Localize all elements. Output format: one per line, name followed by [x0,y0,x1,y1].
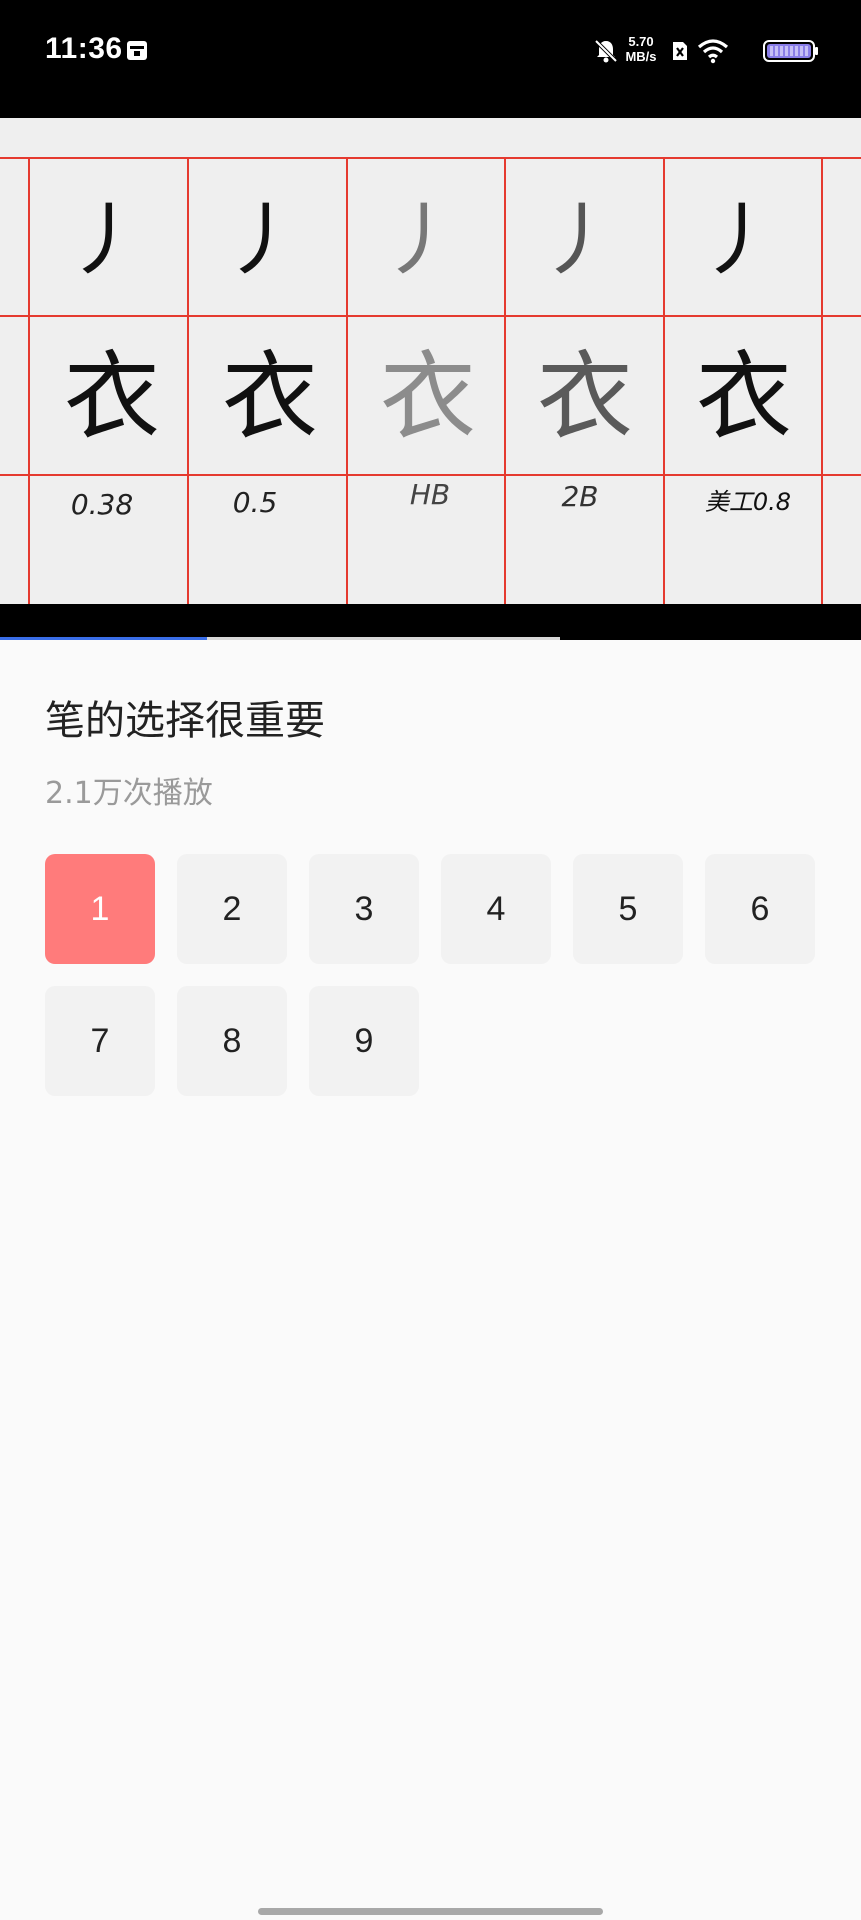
label-cell-5: 美工0.8 [705,488,791,516]
stroke-cell-2: 丿 [222,194,302,287]
episode-button-7[interactable]: 7 [45,986,155,1096]
episode-button-1[interactable]: 1 [45,854,155,964]
status-bar: 11:36 5.70 MB/s [0,0,861,118]
net-speed: 5.70 MB/s [621,34,661,64]
sim-x-icon [673,42,687,60]
episode-button-2[interactable]: 2 [177,854,287,964]
stroke-cell-3: 丿 [380,194,460,287]
calendar-icon [127,41,147,60]
battery-icon [763,40,818,62]
wifi-icon [697,39,729,64]
status-icons: 5.70 MB/s [559,30,819,70]
video-title: 笔的选择很重要 [45,698,325,744]
episode-button-4[interactable]: 4 [441,854,551,964]
episode-button-8[interactable]: 8 [177,986,287,1096]
char-cell-2: 衣 [222,341,318,453]
bell-off-icon [594,39,618,63]
char-cell-3: 衣 [380,341,476,453]
char-cell-4: 衣 [537,341,633,453]
label-cell-1: 0.38 [71,488,133,521]
video-progress-bar[interactable] [0,637,861,640]
episode-button-6[interactable]: 6 [705,854,815,964]
episode-button-3[interactable]: 3 [309,854,419,964]
status-time: 11:36 [45,32,123,65]
video-frame[interactable]: 丿 丿 丿 丿 丿 衣 衣 衣 衣 衣 0.38 0.5 HB 2B 美工0.8 [0,118,861,604]
stroke-cell-4: 丿 [538,194,618,287]
video-player[interactable]: 丿 丿 丿 丿 丿 衣 衣 衣 衣 衣 0.38 0.5 HB 2B 美工0.8 [0,118,861,640]
label-cell-2: 0.5 [233,486,278,519]
char-cell-5: 衣 [696,341,792,453]
label-cell-4: 2B [561,480,598,513]
label-cell-3: HB [410,478,450,511]
net-speed-unit: MB/s [625,49,657,64]
stroke-cell-5: 丿 [698,194,778,287]
char-cell-1: 衣 [64,341,160,453]
episode-button-5[interactable]: 5 [573,854,683,964]
home-indicator[interactable] [258,1908,603,1915]
progress-played [0,637,207,640]
stroke-cell-1: 丿 [65,194,145,287]
play-count: 2.1万次播放 [45,776,213,811]
episode-button-9[interactable]: 9 [309,986,419,1096]
net-speed-value: 5.70 [628,34,654,49]
